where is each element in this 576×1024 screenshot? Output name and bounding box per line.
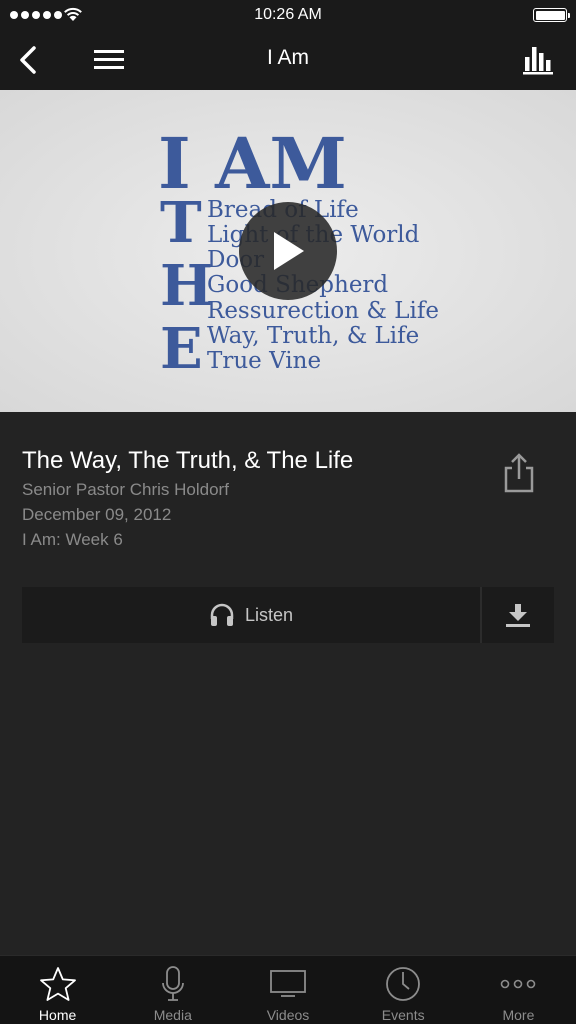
sermon-speaker: Senior Pastor Chris Holdorf xyxy=(22,480,229,499)
more-dots-icon xyxy=(501,979,536,989)
audio-actions-bar: Listen xyxy=(22,587,554,643)
back-arrow-icon[interactable] xyxy=(12,42,48,78)
status-time: 10:26 AM xyxy=(254,6,322,23)
sermon-artwork[interactable]: I AM T H E Bread of Life Light of the Wo… xyxy=(0,90,576,412)
tab-label: Events xyxy=(381,1007,425,1023)
tab-label: More xyxy=(502,1007,535,1023)
artwork-letter-t: T xyxy=(160,190,202,256)
artwork-letter-e: E xyxy=(160,316,203,382)
battery-icon xyxy=(533,8,570,22)
star-icon xyxy=(39,967,76,1001)
tab-events[interactable]: Events xyxy=(346,956,461,1024)
download-button[interactable] xyxy=(482,587,554,643)
sermon-title: The Way, The Truth, & The Life xyxy=(22,447,354,474)
microphone-icon xyxy=(161,966,184,1001)
artwork-letter-h: H xyxy=(160,253,213,319)
tab-more[interactable]: More xyxy=(461,956,576,1024)
listen-label: Listen xyxy=(244,604,294,625)
hamburger-menu-icon[interactable] xyxy=(90,45,128,75)
tab-home[interactable]: Home xyxy=(0,956,115,1024)
share-icon[interactable] xyxy=(500,452,538,494)
tab-label: Home xyxy=(38,1007,77,1023)
clock-icon xyxy=(386,967,421,1001)
play-button[interactable] xyxy=(239,202,337,300)
artwork-line: Way, Truth, & Life xyxy=(207,323,419,349)
play-icon xyxy=(274,232,304,270)
navigation-bar: I Am xyxy=(0,30,576,90)
headphones-icon xyxy=(210,603,234,626)
monitor-icon xyxy=(270,970,306,997)
tab-media[interactable]: Media xyxy=(115,956,230,1024)
artwork-line: True Vine xyxy=(207,348,321,374)
tab-bar: Home Media Videos Events More xyxy=(0,955,576,1024)
sermon-date: December 09, 2012 xyxy=(22,505,172,524)
bar-chart-icon[interactable] xyxy=(522,43,556,77)
tab-label: Media xyxy=(153,1007,192,1023)
page-title: I Am xyxy=(266,46,309,69)
status-bar: 10:26 AM xyxy=(0,0,576,30)
download-icon xyxy=(506,604,530,627)
sermon-series: I Am: Week 6 xyxy=(22,530,123,549)
tab-videos[interactable]: Videos xyxy=(230,956,345,1024)
tab-label: Videos xyxy=(266,1007,310,1023)
listen-button[interactable]: Listen xyxy=(22,587,480,643)
artwork-line: Ressurection & Life xyxy=(207,298,439,324)
